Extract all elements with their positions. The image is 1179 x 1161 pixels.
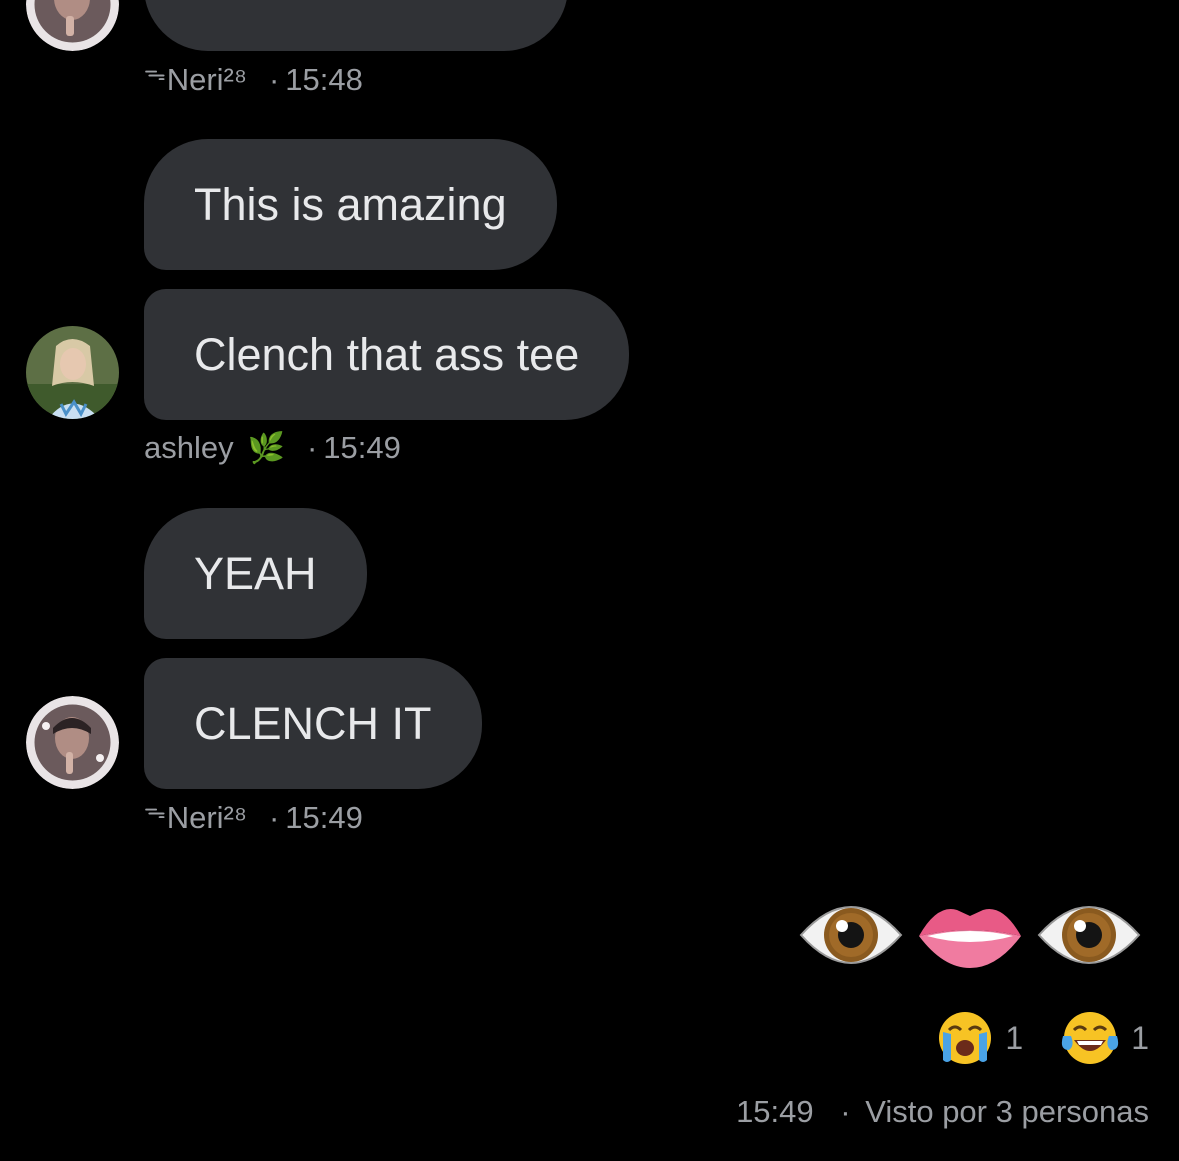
reactions-bar: 1 1 — [937, 1010, 1149, 1066]
timestamp: 15:49 — [323, 430, 401, 465]
timestamp: 15:49 — [285, 800, 363, 835]
reaction-count: 1 — [1131, 1019, 1149, 1056]
reaction-crying[interactable]: 1 — [937, 1010, 1023, 1066]
reaction-laughing[interactable]: 1 — [1061, 1010, 1149, 1066]
message-bubble[interactable]: CLENCH IT — [144, 658, 482, 789]
separator: · — [306, 430, 318, 465]
separator: · — [840, 1094, 851, 1129]
message-meta: ᯓ Neri²⁸ · 15:48 — [144, 60, 363, 98]
sender-ornament: ᯓ — [144, 798, 166, 823]
eye-icon — [1037, 906, 1141, 964]
message-bubble[interactable]: Clench that ass tee — [144, 289, 630, 420]
separator: · — [268, 800, 280, 835]
separator: · — [268, 62, 280, 97]
avatar-neri[interactable] — [26, 696, 119, 789]
timestamp: 15:48 — [285, 62, 363, 97]
eye-icon — [799, 906, 903, 964]
message-text: This is amazing — [194, 179, 507, 230]
sender-name: ashley — [144, 430, 234, 465]
tears-of-joy-icon — [1062, 1012, 1119, 1064]
avatar-neri[interactable] — [26, 0, 119, 51]
seen-by-text: Visto por 3 personas — [865, 1094, 1149, 1129]
reaction-count: 1 — [1005, 1019, 1024, 1056]
message-text: CLENCH IT — [194, 698, 432, 749]
crying-face-icon — [939, 1012, 992, 1064]
read-receipt: 15:49 · Visto por 3 personas — [736, 1094, 1149, 1130]
message-meta: ᯓ Neri²⁸ · 15:49 — [144, 798, 363, 836]
sender-ornament: ᯓ — [144, 60, 166, 85]
message-meta: ashley 🌿 · 15:49 — [144, 430, 401, 466]
lips-icon — [919, 909, 1021, 968]
message-text: YEAH — [194, 548, 317, 599]
message-bubble[interactable]: YEAH — [144, 508, 367, 639]
sender-name: Neri²⁸ — [166, 800, 247, 835]
message-text: Clench that ass tee — [194, 329, 580, 380]
message-bubble[interactable]: This is amazing — [144, 139, 557, 270]
outgoing-emoji-message[interactable] — [799, 893, 1141, 977]
herb-icon: 🌿 — [247, 431, 285, 465]
sender-name: Neri²⁸ — [166, 62, 247, 97]
message-bubble-partial[interactable] — [144, 0, 568, 51]
avatar-ashley[interactable] — [26, 326, 119, 419]
timestamp: 15:49 — [736, 1094, 814, 1129]
